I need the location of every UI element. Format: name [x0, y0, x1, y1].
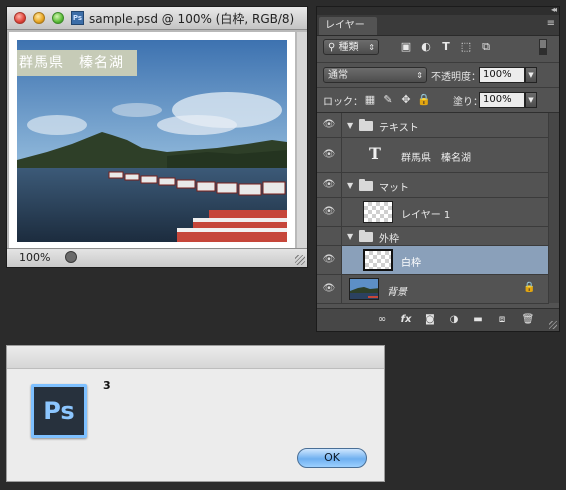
type-filter-icon[interactable]: T: [439, 40, 453, 54]
layer-row-background[interactable]: 👁 背景 🔒: [317, 275, 549, 304]
lock-transparency-icon[interactable]: ▦: [363, 93, 377, 107]
visibility-eye-icon[interactable]: 👁: [317, 113, 342, 137]
layer-row-white-frame[interactable]: 👁 白枠: [317, 246, 549, 275]
visibility-eye-icon[interactable]: 👁: [317, 138, 342, 172]
folder-icon: [359, 119, 373, 131]
kind-filter-select[interactable]: ⚲ 種類 ⇕: [323, 39, 379, 55]
photoshop-app-icon: Ps: [31, 384, 87, 438]
lock-icon: 🔒: [523, 282, 536, 293]
dialog-message: 3: [103, 379, 111, 392]
layer-thumbnail: [363, 201, 393, 223]
trash-icon[interactable]: 🗑: [521, 313, 535, 327]
blend-mode-select[interactable]: 通常 ⇕: [323, 67, 427, 83]
opacity-label: 不透明度：: [431, 72, 481, 83]
layer-row-layer1[interactable]: 👁 レイヤー 1: [317, 198, 549, 227]
layer-name: 群馬県 榛名湖: [401, 153, 471, 164]
smart-object-filter-icon[interactable]: ⧉: [479, 40, 493, 54]
layer-row-text[interactable]: 👁 T 群馬県 榛名湖: [317, 138, 549, 173]
lock-row: ロック： ▦ ✎ ✥ 🔒 塗り： 100% ▼: [317, 88, 559, 113]
expand-triangle-icon[interactable]: ▼: [347, 181, 353, 190]
visibility-eye-icon[interactable]: 👁: [317, 173, 342, 197]
layer-name: マット: [379, 183, 409, 194]
layer-name: 背景: [387, 287, 407, 298]
panel-tab-bar: レイヤー ≡: [317, 15, 559, 36]
close-window-button[interactable]: [14, 12, 26, 24]
filter-toggle-switch[interactable]: [539, 39, 547, 55]
layer-list-scrollbar[interactable]: [548, 113, 559, 303]
alert-dialog: Ps 3 OK: [6, 345, 385, 482]
tab-layers-label: レイヤー: [325, 20, 365, 31]
minimize-window-button[interactable]: [33, 12, 45, 24]
panel-header-strip[interactable]: ◂◂: [317, 5, 559, 15]
expand-triangle-icon[interactable]: ▼: [347, 121, 353, 130]
lock-label: ロック：: [323, 97, 363, 108]
layers-panel: ◂◂ レイヤー ≡ ⚲ 種類 ⇕ ▣ ◐ T ⬚ ⧉ 通常 ⇕ 不透明度： 10…: [316, 5, 560, 332]
select-arrows-icon: ⇕: [368, 43, 375, 52]
document-title-bar[interactable]: Ps sample.psd @ 100% (白枠, RGB/8): [7, 7, 307, 30]
visibility-eye-icon[interactable]: [317, 227, 342, 245]
blend-row: 通常 ⇕ 不透明度： 100% ▼: [317, 63, 559, 88]
layer-row-group-text[interactable]: 👁 ▼ テキスト: [317, 113, 549, 138]
kind-filter-label: 種類: [338, 42, 359, 53]
add-mask-icon[interactable]: ◙: [423, 313, 437, 327]
search-icon: ⚲: [328, 42, 336, 53]
document-status-bar: 100%: [7, 248, 307, 267]
filter-row: ⚲ 種類 ⇕ ▣ ◐ T ⬚ ⧉: [317, 36, 559, 63]
lock-all-icon[interactable]: 🔒: [417, 93, 431, 107]
background-thumbnail: [349, 278, 379, 300]
caption-text: 群馬県 榛名湖: [17, 50, 137, 76]
panel-menu-icon[interactable]: ≡: [547, 18, 555, 29]
shape-filter-icon[interactable]: ⬚: [459, 40, 473, 54]
adjustment-layer-icon[interactable]: ◑: [447, 313, 461, 327]
select-arrows-icon: ⇕: [416, 71, 423, 80]
fill-field[interactable]: 100%: [479, 92, 525, 108]
folder-icon: [359, 179, 373, 191]
zoom-level[interactable]: 100%: [19, 251, 50, 264]
document-scrollbar[interactable]: [297, 32, 307, 252]
new-layer-icon[interactable]: ⧈: [495, 313, 509, 327]
folder-icon: [359, 230, 373, 242]
dialog-title-bar[interactable]: [7, 346, 384, 369]
panel-resize-grip-icon[interactable]: [549, 321, 557, 329]
ok-button[interactable]: OK: [297, 448, 367, 468]
document-title: sample.psd @ 100% (白枠, RGB/8): [89, 12, 295, 26]
status-menu-button[interactable]: [65, 251, 77, 263]
zoom-window-button[interactable]: [52, 12, 64, 24]
document-window[interactable]: Ps sample.psd @ 100% (白枠, RGB/8) 群馬県 榛名湖…: [6, 6, 308, 268]
lock-position-move-icon[interactable]: ✥: [399, 93, 413, 107]
layer-name: 白枠: [401, 258, 421, 269]
type-layer-icon: T: [369, 144, 381, 163]
layers-panel-footer: ∞ fx ◙ ◑ ▬ ⧈ 🗑: [317, 308, 559, 331]
resize-grip-icon[interactable]: [295, 255, 305, 265]
layer-name: テキスト: [379, 123, 419, 134]
layer-list: 👁 ▼ テキスト 👁 T 群馬県 榛名湖 👁 ▼ マット 👁 レイヤー 1 ▼: [317, 113, 549, 304]
visibility-eye-icon[interactable]: 👁: [317, 246, 342, 274]
link-layers-icon[interactable]: ∞: [375, 313, 389, 327]
layer-name: 外枠: [379, 234, 399, 245]
layer-thumbnail: [363, 249, 393, 271]
adjustment-filter-icon[interactable]: ◐: [419, 40, 433, 54]
visibility-eye-icon[interactable]: 👁: [317, 198, 342, 226]
layer-row-group-outer-frame[interactable]: ▼ 外枠: [317, 227, 549, 246]
blend-mode-label: 通常: [328, 70, 348, 81]
fill-dropdown-button[interactable]: ▼: [525, 92, 537, 108]
tab-layers[interactable]: レイヤー: [319, 17, 377, 35]
expand-triangle-icon[interactable]: ▼: [347, 232, 353, 241]
opacity-field[interactable]: 100%: [479, 67, 525, 83]
pixel-filter-icon[interactable]: ▣: [399, 40, 413, 54]
opacity-dropdown-button[interactable]: ▼: [525, 67, 537, 83]
layer-row-group-matte[interactable]: 👁 ▼ マット: [317, 173, 549, 198]
layer-name: レイヤー 1: [401, 210, 451, 221]
psd-file-icon: Ps: [71, 11, 84, 25]
document-canvas[interactable]: 群馬県 榛名湖: [9, 32, 295, 252]
layer-style-fx-icon[interactable]: fx: [399, 313, 413, 327]
lake-photo: 群馬県 榛名湖: [17, 40, 287, 242]
new-group-folder-icon[interactable]: ▬: [471, 313, 485, 327]
collapse-panel-icon[interactable]: ◂◂: [551, 5, 557, 14]
visibility-eye-icon[interactable]: 👁: [317, 275, 342, 303]
lock-image-brush-icon[interactable]: ✎: [381, 93, 395, 107]
